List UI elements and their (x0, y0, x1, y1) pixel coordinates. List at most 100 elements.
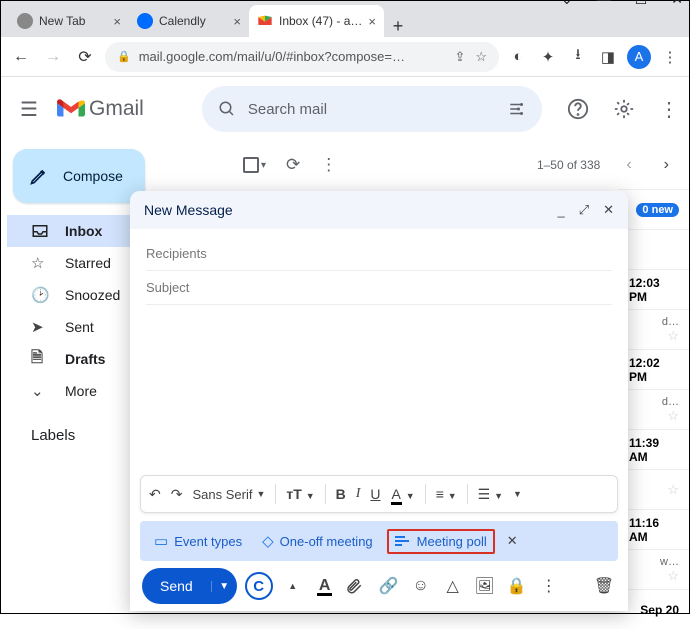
help-icon[interactable] (567, 98, 605, 120)
star-icon[interactable]: ☆ (667, 568, 679, 584)
window-minimize-icon[interactable]: — (597, 0, 611, 8)
compose-editor[interactable] (146, 305, 612, 467)
window-controls: ⌄ — ☐ ✕ (561, 0, 683, 8)
calendly-meeting-poll-button[interactable]: Meeting poll (387, 529, 495, 554)
mail-row[interactable]: 12:02 PM (619, 349, 689, 389)
mail-row[interactable]: 0 new (619, 189, 689, 229)
browser-tab-newtab[interactable]: New Tab × (9, 5, 129, 37)
tag-icon: ◇ (262, 532, 274, 550)
insert-photo-button[interactable]: 🖼 (473, 576, 497, 596)
mail-row[interactable]: w…☆ (619, 549, 689, 589)
star-icon[interactable]: ☆ (667, 328, 679, 344)
insert-drive-button[interactable]: △ (441, 576, 465, 596)
extensions-icon[interactable]: ✦ (537, 48, 559, 66)
address-bar[interactable]: 🔒 mail.google.com/mail/u/0/#inbox?compos… (105, 42, 499, 72)
star-icon[interactable]: ☆ (667, 482, 679, 498)
close-compose-icon[interactable]: ✕ (603, 202, 614, 218)
underline-button[interactable]: U (370, 486, 380, 502)
gmail-header: ☰ Gmail Search mail ⋮⋮ (1, 77, 689, 141)
font-family-dropdown[interactable]: Sans Serif ▼ (192, 487, 265, 502)
nav-label: Snoozed (65, 287, 120, 303)
bold-button[interactable]: B (336, 486, 346, 502)
row-time: 12:02 PM (629, 356, 679, 384)
reload-button[interactable]: ⟳ (73, 47, 97, 67)
updates-icon[interactable]: ◐ (507, 48, 529, 65)
search-bar[interactable]: Search mail (202, 86, 542, 132)
downloads-icon[interactable]: ⭳ (567, 44, 589, 69)
tab-close-icon[interactable]: × (113, 14, 121, 29)
main-menu-icon[interactable]: ☰ (15, 97, 43, 122)
list-button[interactable]: ☰ ▼ (478, 486, 503, 503)
attach-file-button[interactable] (345, 577, 369, 595)
poll-icon (395, 534, 411, 548)
fullscreen-compose-icon[interactable]: ⤢ (579, 202, 589, 218)
calendly-icon[interactable]: C (245, 572, 273, 600)
next-page-button[interactable]: › (658, 156, 675, 174)
settings-icon[interactable] (613, 98, 651, 120)
mail-row[interactable]: d…☆ (619, 389, 689, 429)
discard-draft-button[interactable]: 🗑 (592, 576, 616, 596)
profile-avatar[interactable]: A (627, 45, 651, 69)
star-icon[interactable]: ☆ (667, 408, 679, 424)
prev-page-button[interactable]: ‹ (620, 156, 637, 174)
search-options-icon[interactable] (508, 100, 526, 118)
mail-row[interactable]: 12:03 PM (619, 269, 689, 309)
mail-row[interactable]: d…☆ (619, 309, 689, 349)
window-close-icon[interactable]: ✕ (671, 0, 683, 8)
pagination-count[interactable]: 1–50 of 338 (537, 158, 600, 172)
calendly-event-types-button[interactable]: ▭ Event types (148, 529, 248, 553)
formatting-toggle-button[interactable]: A (313, 577, 337, 596)
chevron-down-icon: ⌄ (31, 382, 49, 400)
send-button[interactable]: Send ▼ (142, 568, 237, 604)
undo-button[interactable]: ↶ (149, 486, 161, 503)
calendly-bar-close-icon[interactable]: ✕ (507, 533, 518, 549)
insert-link-button[interactable]: 🔗 (377, 576, 401, 596)
mail-row[interactable]: 11:39 AM (619, 429, 689, 469)
insert-emoji-button[interactable]: ☺ (409, 577, 433, 595)
compose-button[interactable]: Compose (13, 149, 145, 203)
chip-label: Meeting poll (417, 534, 487, 549)
refresh-button[interactable]: ⟳ (286, 155, 300, 175)
browser-tab-calendly[interactable]: Calendly × (129, 5, 249, 37)
calendly-bar: ▭ Event types ◇ One-off meeting Meeting … (140, 521, 618, 561)
browser-tab-gmail[interactable]: Inbox (47) - a… × (249, 5, 384, 37)
file-icon: 🗎 (31, 347, 49, 372)
panel-icon[interactable]: ◨ (597, 48, 619, 66)
gmail-logo[interactable]: Gmail (57, 97, 144, 121)
select-all-checkbox[interactable]: ▾ (243, 157, 266, 173)
align-button[interactable]: ≡ ▼ (436, 486, 457, 502)
confidential-mode-button[interactable]: 🔒 (505, 576, 529, 596)
more-options-button[interactable]: ⋮ (537, 576, 561, 596)
chip-label: Event types (174, 534, 242, 549)
text-color-button[interactable]: A ▼ (391, 486, 415, 502)
minimize-compose-icon[interactable]: _ (557, 203, 564, 218)
back-button[interactable]: ← (9, 48, 33, 66)
recipients-field[interactable]: Recipients (146, 237, 612, 271)
more-format-button[interactable]: ▼ (513, 489, 522, 499)
send-options-dropdown[interactable]: ▼ (211, 581, 237, 592)
more-button[interactable]: ⋮ (320, 155, 337, 175)
italic-button[interactable]: I (356, 486, 361, 502)
tab-close-icon[interactable]: × (368, 14, 376, 29)
window-maximize-icon[interactable]: ☐ (635, 0, 648, 8)
bookmark-icon[interactable]: ☆ (475, 49, 487, 65)
clock-icon: 🕑 (31, 286, 49, 304)
font-size-button[interactable]: ᴛT ▼ (286, 486, 314, 502)
mail-row[interactable]: Sep 20 (619, 589, 689, 629)
chevron-down-icon[interactable]: ▾ (261, 160, 266, 171)
new-tab-button[interactable]: + (384, 16, 412, 37)
compose-header[interactable]: New Message _ ⤢ ✕ (130, 191, 628, 229)
calendly-dropdown-icon[interactable]: ▲ (281, 581, 305, 591)
share-icon[interactable]: ⇪ (454, 49, 465, 65)
subject-field[interactable]: Subject (146, 271, 612, 305)
mail-row[interactable]: ☆ (619, 469, 689, 509)
mail-row[interactable] (619, 229, 689, 269)
calendly-oneoff-button[interactable]: ◇ One-off meeting (256, 529, 379, 553)
forward-button[interactable]: → (41, 48, 65, 66)
redo-button[interactable]: ↷ (171, 486, 183, 503)
tab-close-icon[interactable]: × (233, 14, 241, 29)
menu-icon[interactable]: ⋮ (659, 48, 681, 66)
mail-row[interactable]: 11:16 AM (619, 509, 689, 549)
apps-icon[interactable]: ⋮⋮ (659, 97, 677, 122)
window-dropdown-icon[interactable]: ⌄ (561, 0, 573, 8)
